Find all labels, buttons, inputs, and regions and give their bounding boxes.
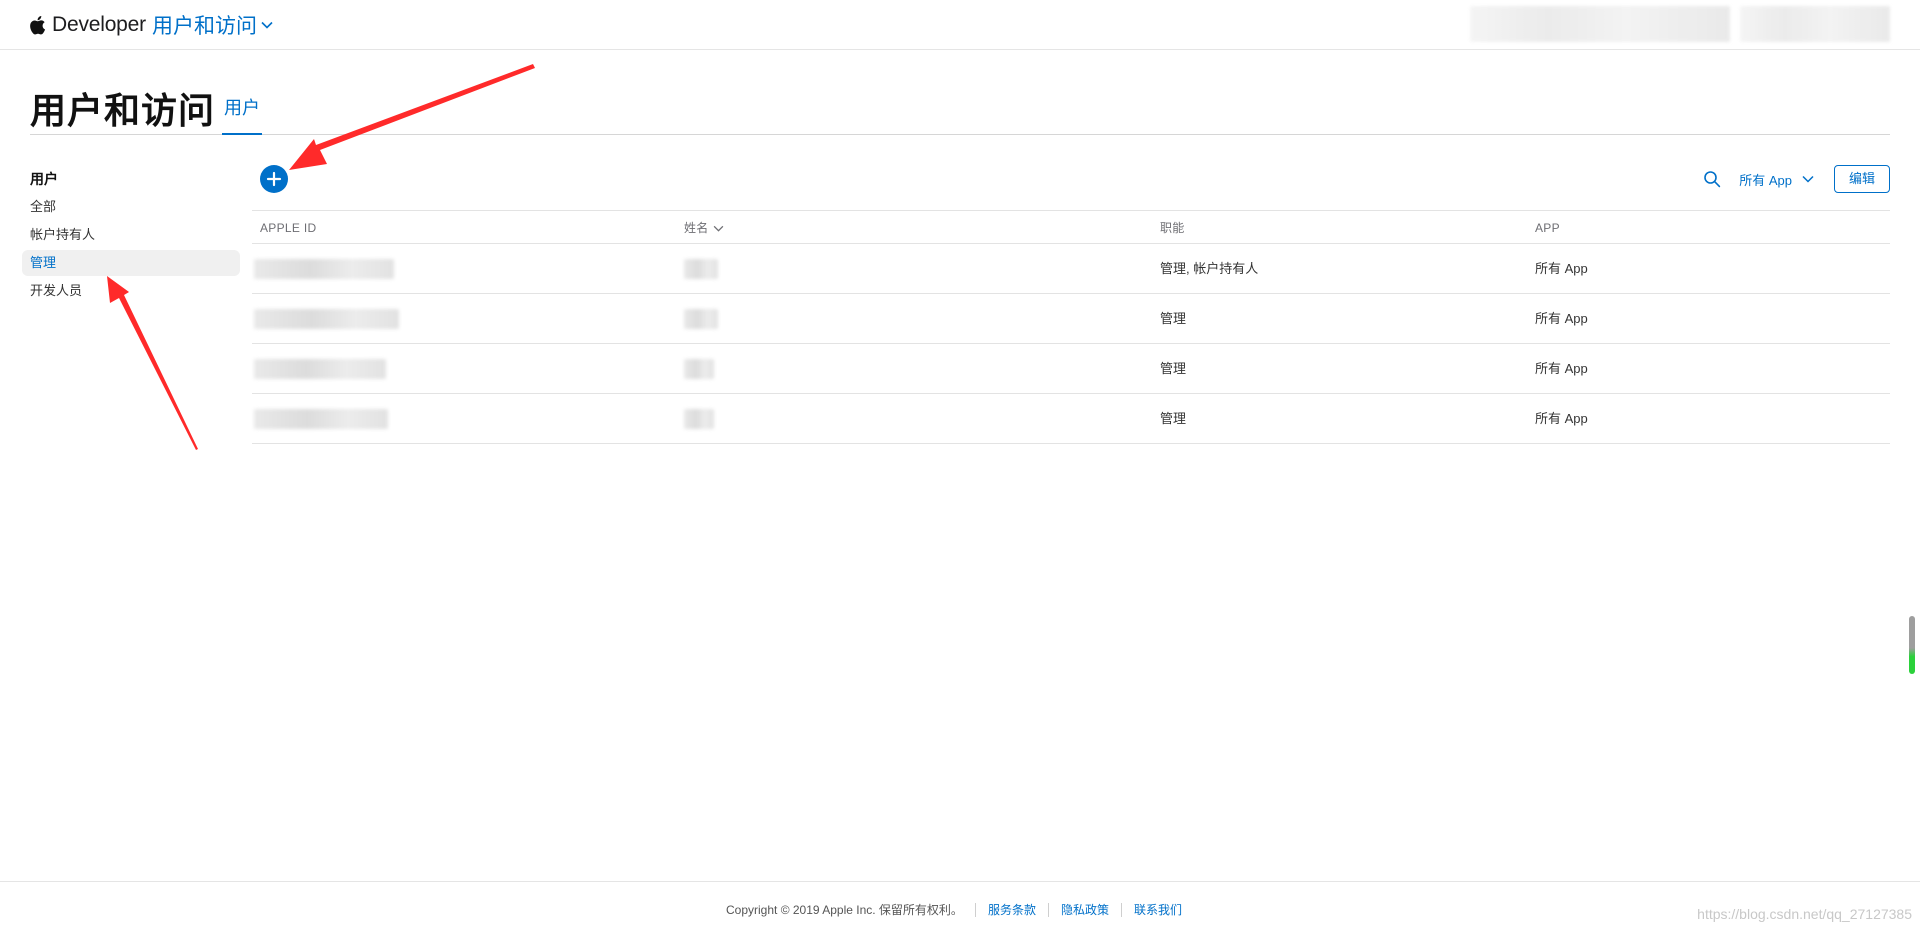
sidebar-heading: 用户 <box>30 171 58 187</box>
sidebar-item-admin[interactable]: 管理 <box>22 250 240 276</box>
watermark: https://blog.csdn.net/qq_27127385 <box>1697 906 1912 922</box>
copyright-text: Copyright © 2019 Apple Inc. 保留所有权利。 <box>726 903 963 917</box>
scroll-indicator[interactable] <box>1909 616 1915 674</box>
developer-brand[interactable]: Developer <box>28 10 146 40</box>
column-header-apple-id: APPLE ID <box>260 221 317 235</box>
table-row[interactable]: 管理 所有 App <box>252 394 1890 444</box>
apple-id-redacted <box>254 309 399 329</box>
table-row[interactable]: 管理 所有 App <box>252 344 1890 394</box>
chevron-down-icon <box>1802 175 1814 183</box>
account-menu-redacted[interactable] <box>1740 6 1890 42</box>
chevron-down-icon <box>261 21 273 29</box>
table-header: APPLE ID 姓名 职能 APP <box>252 210 1890 244</box>
plus-icon <box>266 171 282 187</box>
app-cell: 所有 App <box>1535 261 1588 276</box>
role-cell: 管理 <box>1160 411 1187 426</box>
name-redacted <box>684 359 714 379</box>
brand-name: Developer <box>52 13 146 36</box>
global-nav: Developer 用户和访问 <box>0 0 1920 50</box>
role-cell: 管理, 帐户持有人 <box>1160 261 1259 276</box>
name-redacted <box>684 309 718 329</box>
terms-link[interactable]: 服务条款 <box>976 901 1048 918</box>
tab-users[interactable]: 用户 <box>222 94 262 135</box>
section-switcher[interactable]: 用户和访问 <box>152 10 273 40</box>
sidebar-item-all[interactable]: 全部 <box>22 194 240 220</box>
apple-logo-icon <box>30 16 46 35</box>
search-icon[interactable] <box>1703 170 1721 188</box>
table-toolbar: 所有 App 编辑 <box>1703 165 1890 193</box>
users-table: APPLE ID 姓名 职能 APP 管理, 帐户持有人 所有 App 管理 所… <box>252 210 1890 444</box>
name-redacted <box>684 259 718 279</box>
edit-button[interactable]: 编辑 <box>1833 165 1890 193</box>
app-filter-label: 所有 App <box>1739 172 1792 188</box>
column-header-role: 职能 <box>1160 221 1185 235</box>
app-filter-dropdown[interactable]: 所有 App <box>1739 170 1814 189</box>
sidebar-item-developers[interactable]: 开发人员 <box>22 278 240 304</box>
apple-id-redacted <box>254 259 394 279</box>
apple-id-redacted <box>254 409 388 429</box>
privacy-link[interactable]: 隐私政策 <box>1049 901 1121 918</box>
column-header-name[interactable]: 姓名 <box>684 211 724 245</box>
account-info-redacted <box>1470 6 1730 42</box>
app-cell: 所有 App <box>1535 411 1588 426</box>
table-row[interactable]: 管理 所有 App <box>252 294 1890 344</box>
role-cell: 管理 <box>1160 361 1187 376</box>
footer: Copyright © 2019 Apple Inc. 保留所有权利。 服务条款… <box>0 881 1920 937</box>
sidebar-item-account-holder[interactable]: 帐户持有人 <box>22 222 240 248</box>
footer-content: Copyright © 2019 Apple Inc. 保留所有权利。 服务条款… <box>0 901 1920 918</box>
sidebar: 用户 全部 帐户持有人 管理 开发人员 <box>22 166 240 304</box>
column-header-app: APP <box>1535 221 1560 235</box>
role-cell: 管理 <box>1160 311 1187 326</box>
table-row[interactable]: 管理, 帐户持有人 所有 App <box>252 244 1890 294</box>
apple-id-redacted <box>254 359 386 379</box>
name-redacted <box>684 409 714 429</box>
page-title: 用户和访问 <box>30 90 216 131</box>
contact-link[interactable]: 联系我们 <box>1122 901 1194 918</box>
add-user-button[interactable] <box>260 165 288 193</box>
sort-chevron-down-icon <box>713 225 723 232</box>
app-cell: 所有 App <box>1535 311 1588 326</box>
column-header-name-label: 姓名 <box>684 221 709 235</box>
section-switcher-label: 用户和访问 <box>152 15 257 38</box>
annotation-arrows <box>107 64 535 450</box>
app-cell: 所有 App <box>1535 361 1588 376</box>
page-header: 用户和访问 用户 <box>30 50 1890 135</box>
